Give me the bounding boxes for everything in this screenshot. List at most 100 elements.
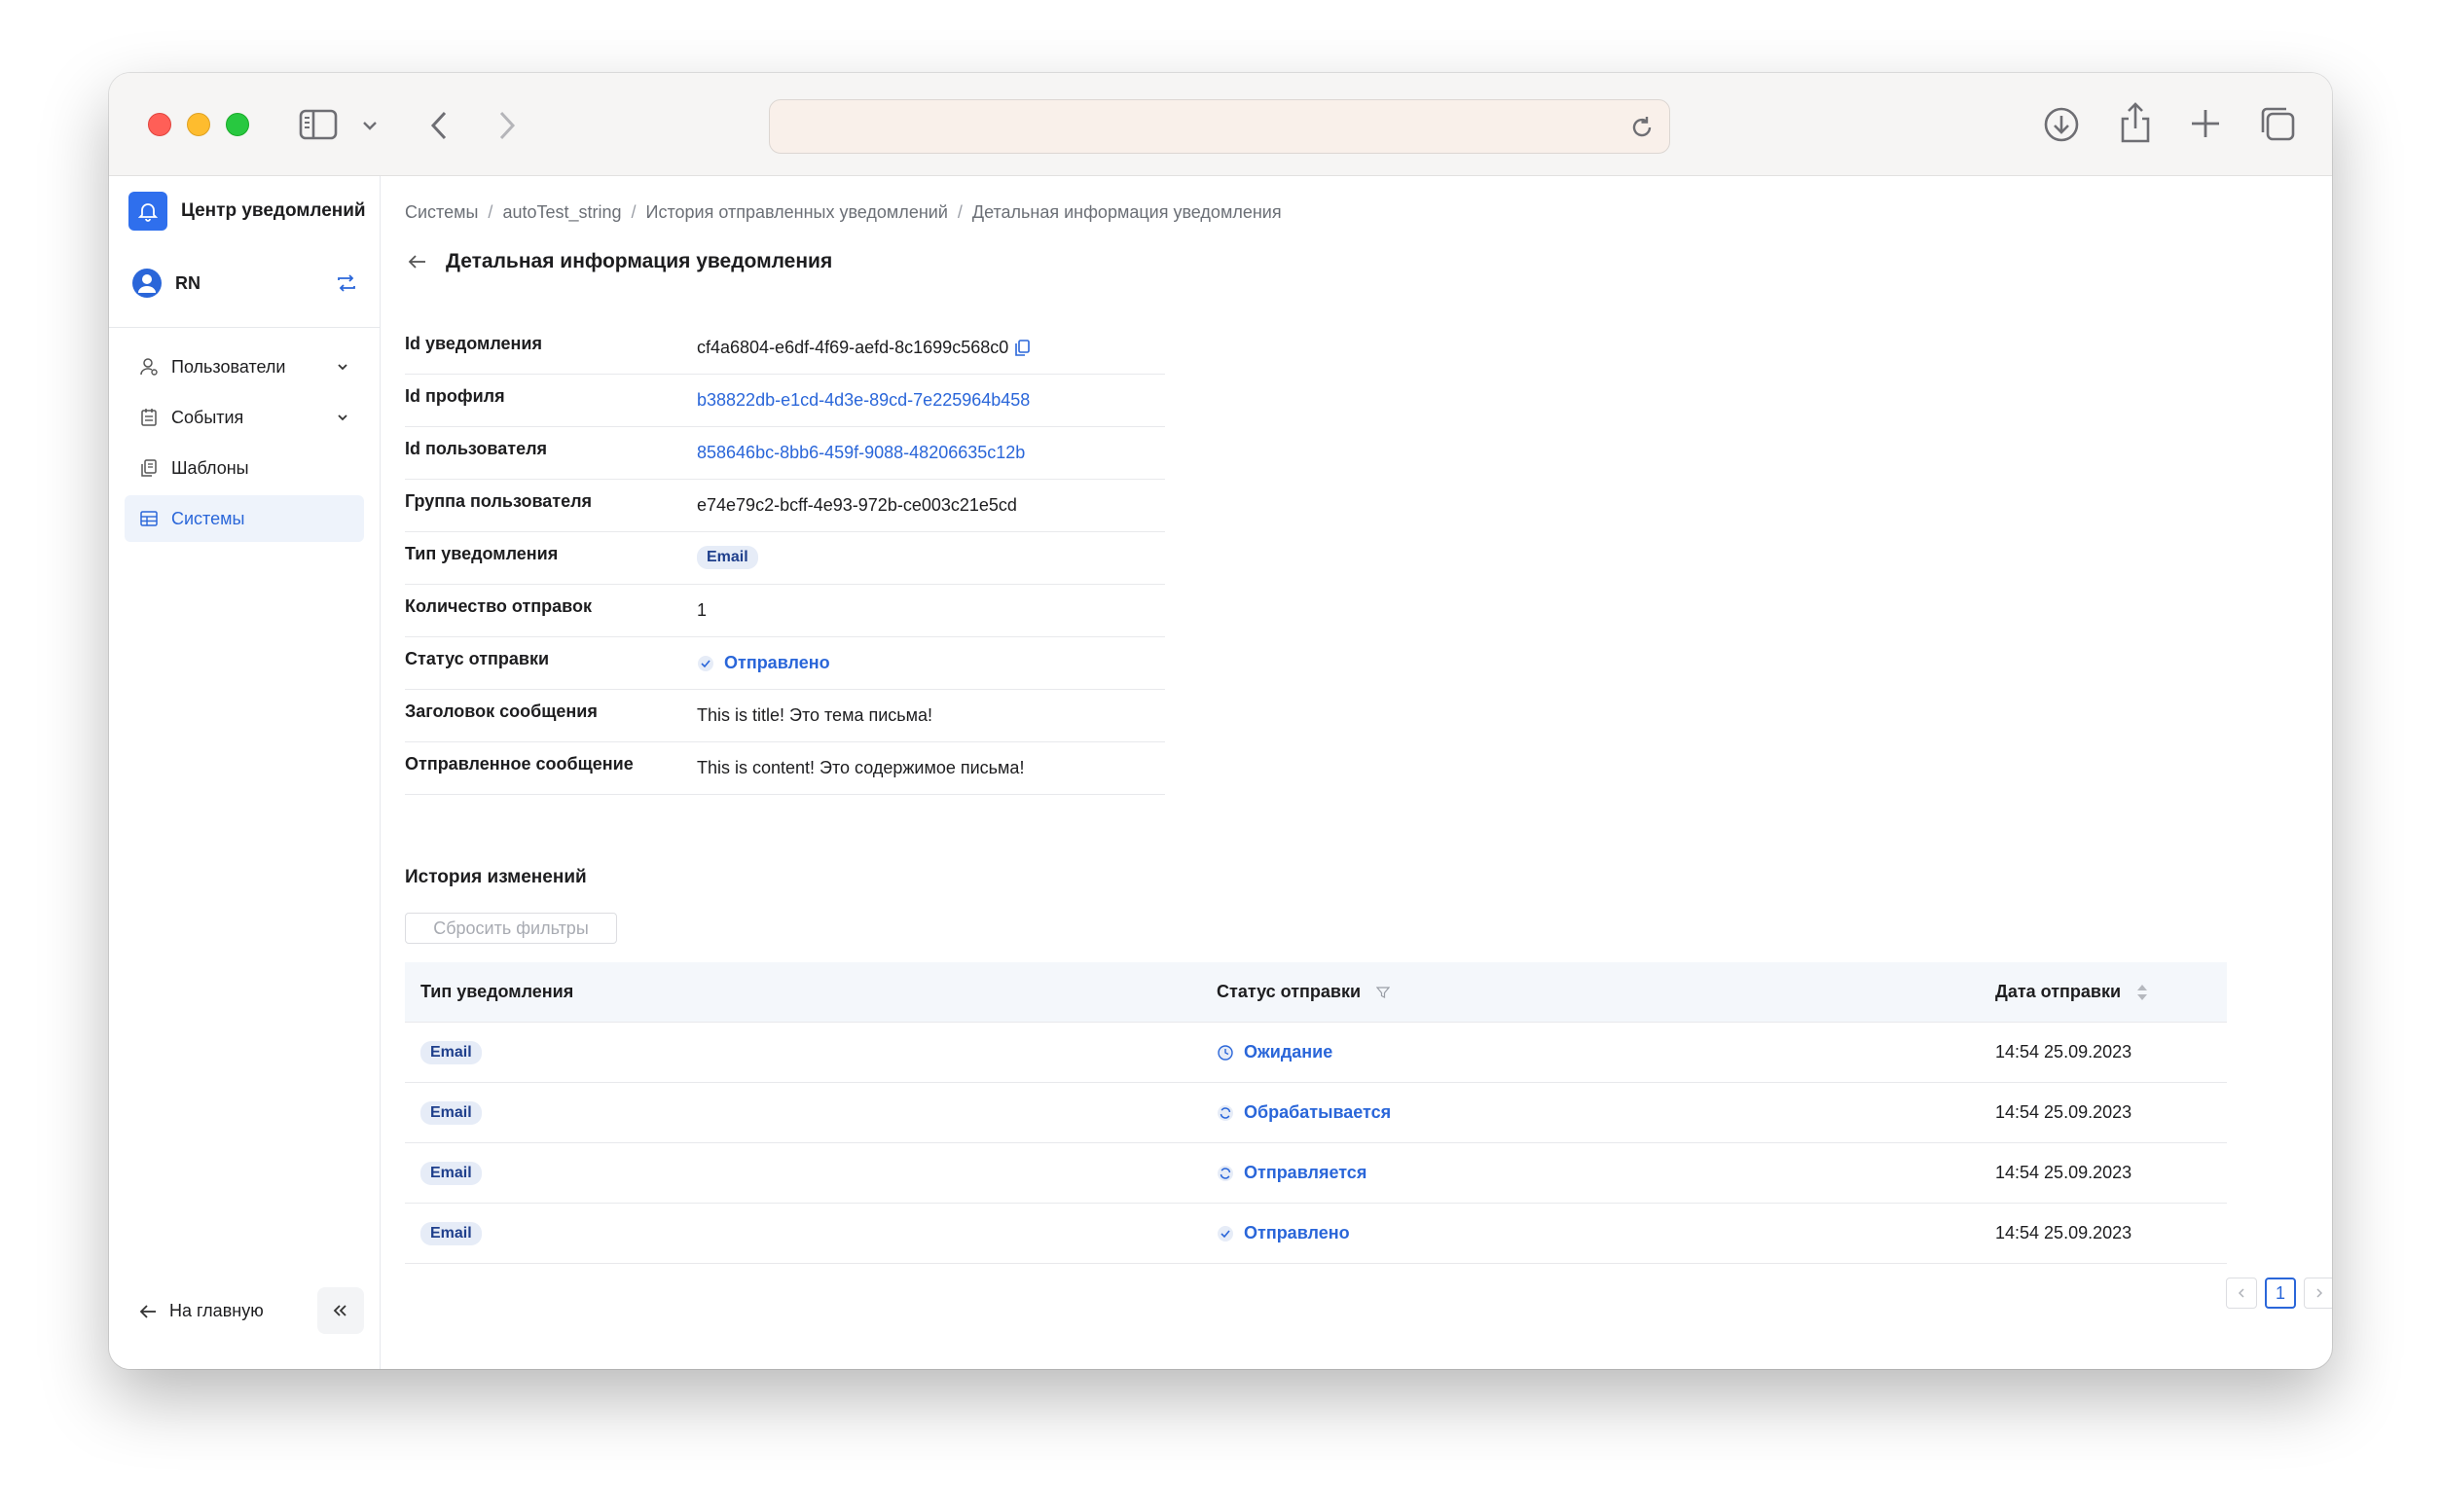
detail-row: Количество отправок 1 xyxy=(405,585,1165,637)
status-badge: Ожидание xyxy=(1217,1042,1332,1062)
page-button-current[interactable]: 1 xyxy=(2265,1278,2296,1309)
breadcrumb-current: Детальная информация уведомления xyxy=(971,202,1282,222)
collapse-sidebar-button[interactable] xyxy=(317,1287,364,1334)
table-header: Тип уведомления Статус отправки Дата отп… xyxy=(405,962,2227,1023)
minimize-window-button[interactable] xyxy=(187,113,210,136)
sidebar-item-label: Системы xyxy=(171,508,245,528)
column-header-date[interactable]: Дата отправки xyxy=(1995,982,2227,1002)
type-badge: Email xyxy=(420,1161,482,1185)
copy-icon xyxy=(138,457,160,479)
date-cell: 14:54 25.09.2023 xyxy=(1995,1163,2132,1182)
breadcrumb: Системы / autoTest_string / История отпр… xyxy=(405,202,1282,223)
double-chevron-left-icon xyxy=(333,1305,346,1316)
detail-label: Группа пользователя xyxy=(405,491,593,511)
sidebar-item-users[interactable]: Пользователи xyxy=(125,343,364,390)
table-row: Email Отправлено 14:54 25.09.2023 xyxy=(405,1204,2227,1264)
detail-label: Количество отправок xyxy=(405,596,592,616)
history-title: История изменений xyxy=(405,867,587,887)
status-badge: Отправлено xyxy=(697,653,830,673)
chevron-down-icon[interactable] xyxy=(360,116,380,135)
detail-row: Id профиля b38822db-e1cd-4d3e-89cd-7e225… xyxy=(405,375,1165,427)
sidebar-divider xyxy=(109,327,381,328)
user-profile[interactable]: RN xyxy=(132,264,358,303)
table-row: Email Отправляется 14:54 25.09.2023 xyxy=(405,1143,2227,1204)
tab-overview-icon[interactable] xyxy=(2258,104,2297,143)
sidebar-item-systems[interactable]: Системы xyxy=(125,495,364,542)
download-icon[interactable] xyxy=(2042,105,2081,144)
prev-page-button[interactable] xyxy=(2226,1278,2257,1309)
status-badge: Обрабатывается xyxy=(1217,1102,1391,1123)
sidebar-item-events[interactable]: События xyxy=(125,394,364,441)
switch-account-icon[interactable] xyxy=(335,271,358,295)
profile-id-link[interactable]: b38822db-e1cd-4d3e-89cd-7e225964b458 xyxy=(697,390,1030,411)
detail-label: Заголовок сообщения xyxy=(405,702,598,721)
type-badge: Email xyxy=(420,1100,482,1125)
detail-row: Заголовок сообщения This is title! Это т… xyxy=(405,690,1165,742)
chevron-down-icon[interactable] xyxy=(335,359,350,375)
chevron-right-icon xyxy=(2316,1288,2323,1298)
user-name: RN xyxy=(175,272,200,293)
calendar-icon xyxy=(138,407,160,428)
chevron-left-icon xyxy=(2238,1288,2244,1298)
bell-icon xyxy=(128,192,167,231)
close-window-button[interactable] xyxy=(148,113,171,136)
next-page-button[interactable] xyxy=(2304,1278,2332,1309)
page-header: Детальная информация уведомления xyxy=(405,249,832,274)
date-cell: 14:54 25.09.2023 xyxy=(1995,1042,2132,1062)
send-count-value: 1 xyxy=(697,600,708,620)
status-badge: Отправлено xyxy=(1217,1223,1350,1243)
address-bar[interactable] xyxy=(769,99,1670,154)
reload-icon[interactable] xyxy=(1628,114,1656,141)
type-badge: Email xyxy=(420,1221,482,1245)
sidebar-nav: Пользователи События Шаблоны Системы xyxy=(125,343,364,546)
breadcrumb-item[interactable]: Системы xyxy=(405,202,478,223)
arrow-left-icon xyxy=(139,1304,156,1318)
browser-toolbar xyxy=(109,73,2332,176)
forward-arrow-icon[interactable] xyxy=(492,108,522,143)
breadcrumb-item[interactable]: История отправленных уведомлений xyxy=(646,202,948,223)
sort-icon[interactable] xyxy=(2136,983,2148,1002)
column-header-type: Тип уведомления xyxy=(420,982,574,1001)
detail-row: Тип уведомления Email xyxy=(405,532,1165,585)
clock-icon xyxy=(1217,1044,1234,1062)
reset-filters-button[interactable]: Сбросить фильтры xyxy=(405,913,617,944)
column-header-status: Статус отправки xyxy=(1200,982,1995,1002)
date-cell: 14:54 25.09.2023 xyxy=(1995,1223,2132,1242)
breadcrumb-item[interactable]: autoTest_string xyxy=(502,202,621,223)
detail-label: Отправленное сообщение xyxy=(405,754,634,774)
sidebar-item-label: Шаблоны xyxy=(171,457,249,478)
sidebar-item-templates[interactable]: Шаблоны xyxy=(125,445,364,491)
page-title: Детальная информация уведомления xyxy=(446,250,833,272)
detail-label: Id пользователя xyxy=(405,439,548,458)
sidebar-item-label: События xyxy=(171,407,244,427)
back-arrow-icon[interactable] xyxy=(424,108,454,143)
notification-id-value: cf4a6804-e6df-4f69-aefd-8c1699c568c0 xyxy=(697,338,1031,358)
user-icon xyxy=(138,356,160,378)
share-icon[interactable] xyxy=(2116,100,2155,145)
detail-label: Id уведомления xyxy=(405,334,542,353)
copy-icon[interactable] xyxy=(1014,339,1031,357)
status-badge: Отправляется xyxy=(1217,1163,1366,1183)
detail-row: Id уведомления cf4a6804-e6df-4f69-aefd-8… xyxy=(405,322,1165,375)
brand[interactable]: Центр уведомлений xyxy=(128,192,366,231)
chevron-down-icon[interactable] xyxy=(335,410,350,425)
main-content: Системы / autoTest_string / История отпр… xyxy=(381,176,2332,1369)
maximize-window-button[interactable] xyxy=(226,113,249,136)
systems-icon xyxy=(138,508,160,529)
table-row: Email Ожидание 14:54 25.09.2023 xyxy=(405,1023,2227,1083)
detail-label: Статус отправки xyxy=(405,649,550,668)
type-badge: Email xyxy=(420,1040,482,1064)
sidebar-footer: На главную xyxy=(109,1262,381,1369)
detail-row: Статус отправки Отправлено xyxy=(405,637,1165,690)
detail-row: Id пользователя 858646bc-8bb6-459f-9088-… xyxy=(405,427,1165,480)
sidebar-toggle-icon[interactable] xyxy=(299,108,338,141)
user-id-link[interactable]: 858646bc-8bb6-459f-9088-48206635c12b xyxy=(697,443,1025,463)
home-link-label: На главную xyxy=(169,1301,264,1320)
home-link[interactable]: На главную xyxy=(138,1301,264,1321)
history-table: Тип уведомления Статус отправки Дата отп… xyxy=(405,962,2227,1264)
pagination: 1 xyxy=(2218,1278,2332,1309)
user-group-value: e74e79c2-bcff-4e93-972b-ce003c21e5cd xyxy=(697,495,1017,515)
filter-icon[interactable] xyxy=(1376,986,1391,999)
back-arrow-icon[interactable] xyxy=(405,249,430,274)
new-tab-icon[interactable] xyxy=(2188,106,2223,141)
